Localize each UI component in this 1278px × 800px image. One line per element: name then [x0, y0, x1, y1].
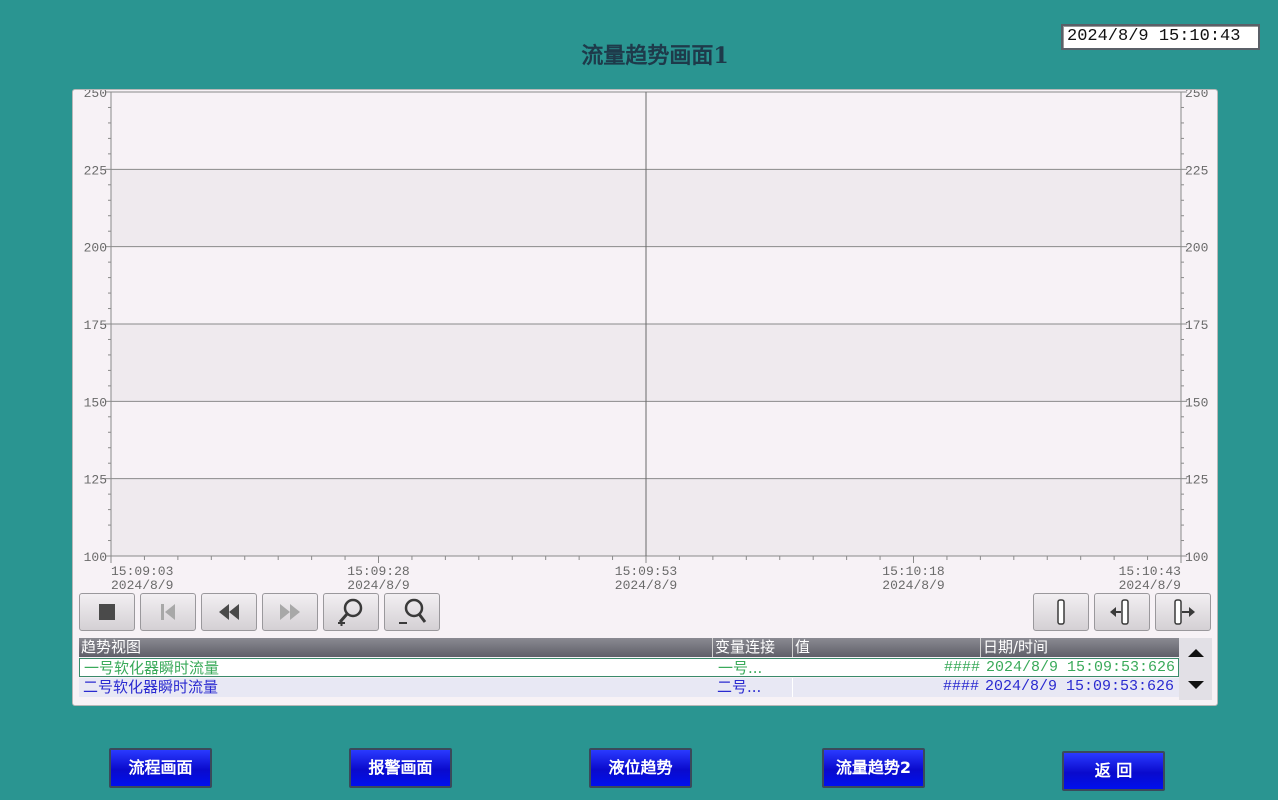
table-row[interactable]: 二号软化器瞬时流量 二号... #### 2024/8/9 15:09:53:6… [79, 678, 1179, 697]
ruler-button[interactable] [1033, 593, 1089, 631]
trend-chart[interactable]: 250 225 200 175 150 125 100 250 225 200 175 150 125… [73, 90, 1219, 595]
x-tick-label-time: 15:09:03 [111, 564, 173, 579]
y-tick-label-left: 175 [84, 318, 107, 333]
x-tick-label-time: 15:09:28 [347, 564, 409, 579]
row-datetime: 2024/8/9 15:09:53:626 [986, 659, 1176, 676]
y-tick-label-left: 125 [84, 473, 107, 488]
ruler-left-button[interactable] [1094, 593, 1150, 631]
forward-icon [280, 604, 300, 620]
x-tick-label-date: 2024/8/9 [615, 578, 677, 593]
x-tick-label-time: 15:09:53 [615, 564, 677, 579]
back-button[interactable]: 返 回 [1062, 751, 1165, 791]
zoom-out-button[interactable] [384, 593, 440, 631]
x-tick-label-date: 2024/8/9 [1119, 578, 1181, 593]
row-value: #### [943, 659, 980, 676]
row-trend-name: 一号软化器瞬时流量 [84, 659, 220, 677]
y-tick-label-left: 100 [84, 550, 107, 565]
ruler-right-button[interactable] [1155, 593, 1211, 631]
row-variable-link: 一号... [718, 659, 763, 677]
ruler-icon [1057, 599, 1065, 625]
first-button[interactable] [140, 593, 196, 631]
zoom-out-icon [399, 598, 427, 624]
row-value: #### [942, 678, 979, 695]
ruler-right-icon [1174, 599, 1195, 625]
y-tick-label-right: 125 [1185, 473, 1208, 488]
clock-display: 2024/8/9 15:10:43 [1061, 24, 1260, 50]
y-tick-label-right: 225 [1185, 163, 1208, 178]
x-tick-label-date: 2024/8/9 [111, 578, 173, 593]
y-tick-label-left: 250 [84, 90, 107, 101]
zoom-in-icon [338, 598, 363, 626]
x-tick-label-time: 15:10:18 [882, 564, 944, 579]
scroll-down-icon[interactable] [1188, 680, 1204, 690]
header-trend-view: 趋势视图 [79, 638, 713, 657]
first-icon [161, 604, 175, 620]
trend-view: 250 225 200 175 150 125 100 250 225 200 175 150 125… [72, 89, 1218, 706]
table-header: 趋势视图 变量连接 值 日期/时间 [79, 638, 1179, 657]
y-tick-label-right: 200 [1185, 241, 1208, 256]
y-tick-label-left: 150 [84, 395, 107, 410]
alarm-screen-button[interactable]: 报警画面 [349, 748, 452, 788]
x-tick-label-time: 15:10:43 [1119, 564, 1181, 579]
ruler-left-icon [1110, 599, 1129, 625]
y-tick-label-right: 175 [1185, 318, 1208, 333]
scroll-up-icon[interactable] [1188, 648, 1204, 658]
header-variable-link: 变量连接 [713, 638, 793, 657]
process-screen-button[interactable]: 流程画面 [109, 748, 212, 788]
x-tick-label-date: 2024/8/9 [882, 578, 944, 593]
y-tick-label-right: 100 [1185, 550, 1208, 565]
header-datetime: 日期/时间 [983, 638, 1049, 656]
y-tick-label-right: 150 [1185, 395, 1208, 410]
row-trend-name: 二号软化器瞬时流量 [83, 678, 219, 696]
y-tick-label-left: 200 [84, 241, 107, 256]
x-tick-label-date: 2024/8/9 [347, 578, 409, 593]
level-trend-button[interactable]: 液位趋势 [589, 748, 692, 788]
flow-trend2-button[interactable]: 流量趋势2 [822, 748, 925, 788]
stop-icon [99, 604, 115, 620]
table-row[interactable]: 一号软化器瞬时流量 一号... #### 2024/8/9 15:09:53:6… [79, 658, 1179, 677]
header-value: 值 [793, 638, 981, 657]
y-tick-label-right: 250 [1185, 90, 1208, 101]
table-scrollbar[interactable] [1179, 638, 1212, 700]
y-tick-label-left: 225 [84, 163, 107, 178]
stop-button[interactable] [79, 593, 135, 631]
trend-legend-table: 趋势视图 变量连接 值 日期/时间 一号软化器瞬时流量 一号... #### 2… [79, 638, 1179, 698]
row-datetime: 2024/8/9 15:09:53:626 [985, 678, 1175, 695]
rewind-button[interactable] [201, 593, 257, 631]
row-variable-link: 二号... [713, 678, 793, 697]
forward-button[interactable] [262, 593, 318, 631]
zoom-in-button[interactable] [323, 593, 379, 631]
rewind-icon [219, 604, 239, 620]
